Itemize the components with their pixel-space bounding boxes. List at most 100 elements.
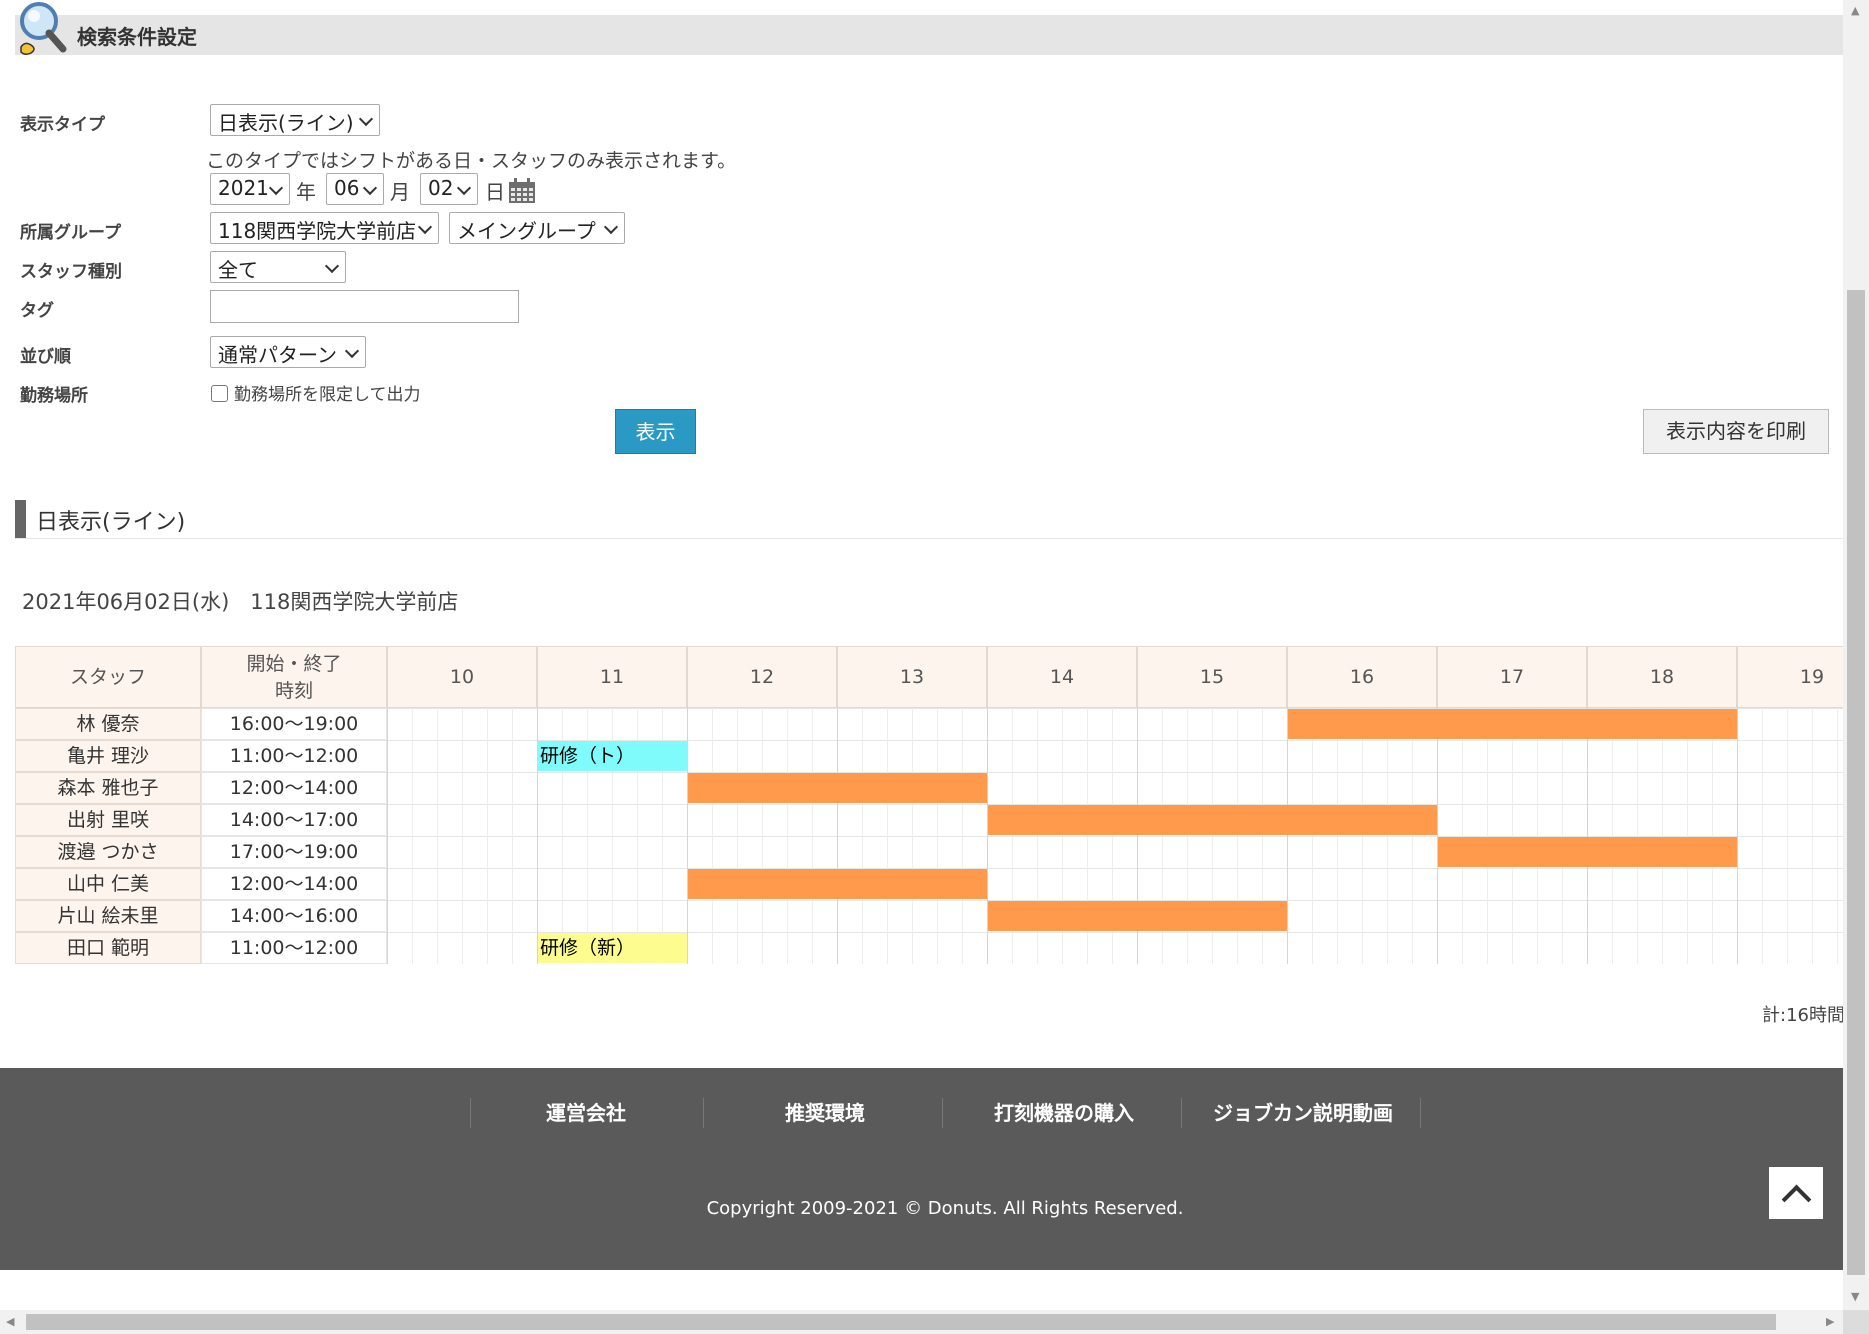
chevron-down-icon xyxy=(344,343,360,359)
chevron-down-icon xyxy=(358,111,374,127)
staff-name[interactable]: 森本 雅也子 xyxy=(15,772,201,804)
group-sub-value: メイングループ xyxy=(457,219,596,243)
group-store-select[interactable]: 118関西学院大学前店 xyxy=(210,212,439,244)
year-value: 2021 xyxy=(218,176,269,200)
hour-header: 11 xyxy=(537,646,687,708)
hour-header: 18 xyxy=(1587,646,1737,708)
chevron-up-icon xyxy=(1781,1184,1812,1215)
calendar-icon[interactable] xyxy=(508,178,536,204)
staff-name[interactable]: 片山 絵未里 xyxy=(15,900,201,932)
display-type-value: 日表示(ライン) xyxy=(218,111,354,135)
chevron-down-icon xyxy=(362,180,378,196)
workplace-label: 勤務場所 xyxy=(20,386,88,406)
horizontal-scroll-thumb[interactable] xyxy=(26,1314,1776,1330)
scrollbar-corner xyxy=(1843,1310,1869,1334)
timeline-area: 研修（ト） 研修（新） xyxy=(387,708,1843,964)
group-sub-select[interactable]: メイングループ xyxy=(449,212,625,244)
vertical-scroll-thumb[interactable] xyxy=(1847,290,1865,1275)
result-section-title: 日表示(ライン) xyxy=(36,510,186,535)
hour-header: 14 xyxy=(987,646,1137,708)
group-store-value: 118関西学院大学前店 xyxy=(218,219,417,243)
horizontal-scrollbar[interactable]: ◀ ▶ xyxy=(0,1310,1843,1334)
order-select[interactable]: 通常パターン xyxy=(210,336,366,368)
section-marker xyxy=(15,500,26,538)
scroll-up-arrow-icon[interactable]: ▲ xyxy=(1851,4,1859,17)
hour-header: 13 xyxy=(837,646,987,708)
search-section-title: 検索条件設定 xyxy=(77,25,197,49)
show-button[interactable]: 表示 xyxy=(615,409,696,454)
back-to-top-button[interactable] xyxy=(1769,1167,1823,1219)
copyright: Copyright 2009-2021 © Donuts. All Rights… xyxy=(706,1198,1184,1219)
shift-bar[interactable] xyxy=(988,901,1287,931)
col-header-time-line1: 開始・終了 xyxy=(246,653,342,675)
print-button[interactable]: 表示内容を印刷 xyxy=(1643,409,1829,454)
magnifier-icon xyxy=(20,2,67,56)
scroll-right-arrow-icon[interactable]: ▶ xyxy=(1826,1315,1834,1328)
shift-bar[interactable] xyxy=(1288,709,1737,739)
shift-bar[interactable] xyxy=(988,805,1437,835)
staff-name[interactable]: 林 優奈 xyxy=(15,708,201,740)
workplace-checkbox[interactable] xyxy=(211,385,228,402)
vertical-scrollbar[interactable]: ▲ ▼ xyxy=(1843,0,1869,1310)
month-select[interactable]: 06 xyxy=(326,173,384,205)
display-type-select[interactable]: 日表示(ライン) xyxy=(210,104,380,136)
order-label: 並び順 xyxy=(20,347,71,367)
day-unit: 日 xyxy=(485,180,505,204)
day-value: 02 xyxy=(428,176,454,200)
footer-link-company[interactable]: 運営会社 xyxy=(466,1098,706,1128)
shift-time: 16:00〜19:00 xyxy=(201,708,387,740)
date-store-heading: 2021年06月02日(水) 118関西学院大学前店 xyxy=(22,590,459,614)
shift-bar[interactable] xyxy=(688,869,987,899)
shift-time: 14:00〜17:00 xyxy=(201,804,387,836)
shift-bar[interactable]: 研修（新） xyxy=(538,933,687,963)
staff-name[interactable]: 出射 里咲 xyxy=(15,804,201,836)
year-select[interactable]: 2021 xyxy=(210,173,290,205)
shift-timeline-table: スタッフ 開始・終了 時刻 10 11 12 13 14 15 16 17 18 19 林 優奈 1… xyxy=(15,646,1843,964)
shift-time: 14:00〜16:00 xyxy=(201,900,387,932)
hour-header: 19 xyxy=(1737,646,1843,708)
shift-time: 12:00〜14:00 xyxy=(201,772,387,804)
staff-type-value: 全て xyxy=(218,258,258,282)
shift-time: 17:00〜19:00 xyxy=(201,836,387,868)
chevron-down-icon xyxy=(268,180,284,196)
scroll-down-arrow-icon[interactable]: ▼ xyxy=(1851,1290,1859,1303)
staff-type-select[interactable]: 全て xyxy=(210,251,346,283)
chevron-down-icon xyxy=(456,180,472,196)
shift-bar[interactable] xyxy=(688,773,987,803)
hour-header: 16 xyxy=(1287,646,1437,708)
shift-bar[interactable] xyxy=(1438,837,1737,867)
footer: 運営会社 推奨環境 打刻機器の購入 ジョブカン説明動画 Copyright 20… xyxy=(0,1068,1843,1270)
footer-link-environment[interactable]: 推奨環境 xyxy=(705,1098,945,1128)
hour-header: 12 xyxy=(687,646,837,708)
display-type-note: このタイプではシフトがある日・スタッフのみ表示されます。 xyxy=(206,150,737,172)
footer-link-videos[interactable]: ジョブカン説明動画 xyxy=(1183,1098,1423,1128)
shift-time: 12:00〜14:00 xyxy=(201,868,387,900)
col-header-time: 開始・終了 時刻 xyxy=(201,646,387,708)
display-type-label: 表示タイプ xyxy=(20,115,105,135)
scroll-left-arrow-icon[interactable]: ◀ xyxy=(6,1315,14,1328)
staff-name[interactable]: 渡邉 つかさ xyxy=(15,836,201,868)
chevron-down-icon xyxy=(417,219,433,235)
group-label: 所属グループ xyxy=(20,223,121,243)
staff-type-label: スタッフ種別 xyxy=(20,262,122,282)
col-header-staff: スタッフ xyxy=(15,646,201,708)
shift-time: 11:00〜12:00 xyxy=(201,740,387,772)
day-select[interactable]: 02 xyxy=(420,173,478,205)
shift-time: 11:00〜12:00 xyxy=(201,932,387,964)
staff-name[interactable]: 山中 仁美 xyxy=(15,868,201,900)
col-header-time-line2: 時刻 xyxy=(274,680,313,702)
chevron-down-icon xyxy=(603,219,619,235)
year-unit: 年 xyxy=(296,180,316,204)
staff-name[interactable]: 田口 範明 xyxy=(15,932,201,964)
hour-header: 17 xyxy=(1437,646,1587,708)
chevron-down-icon xyxy=(324,258,340,274)
tag-label: タグ xyxy=(20,301,54,321)
month-value: 06 xyxy=(334,176,360,200)
footer-link-devices[interactable]: 打刻機器の購入 xyxy=(944,1098,1184,1128)
page: 検索条件設定 表示タイプ 日表示(ライン) このタイプではシフトがある日・スタッ… xyxy=(0,0,1843,1310)
tag-input[interactable] xyxy=(210,290,519,323)
staff-name[interactable]: 亀井 理沙 xyxy=(15,740,201,772)
shift-bar[interactable]: 研修（ト） xyxy=(538,741,687,771)
workplace-checkbox-label: 勤務場所を限定して出力 xyxy=(234,385,421,405)
result-section-header: 日表示(ライン) xyxy=(15,498,1843,539)
